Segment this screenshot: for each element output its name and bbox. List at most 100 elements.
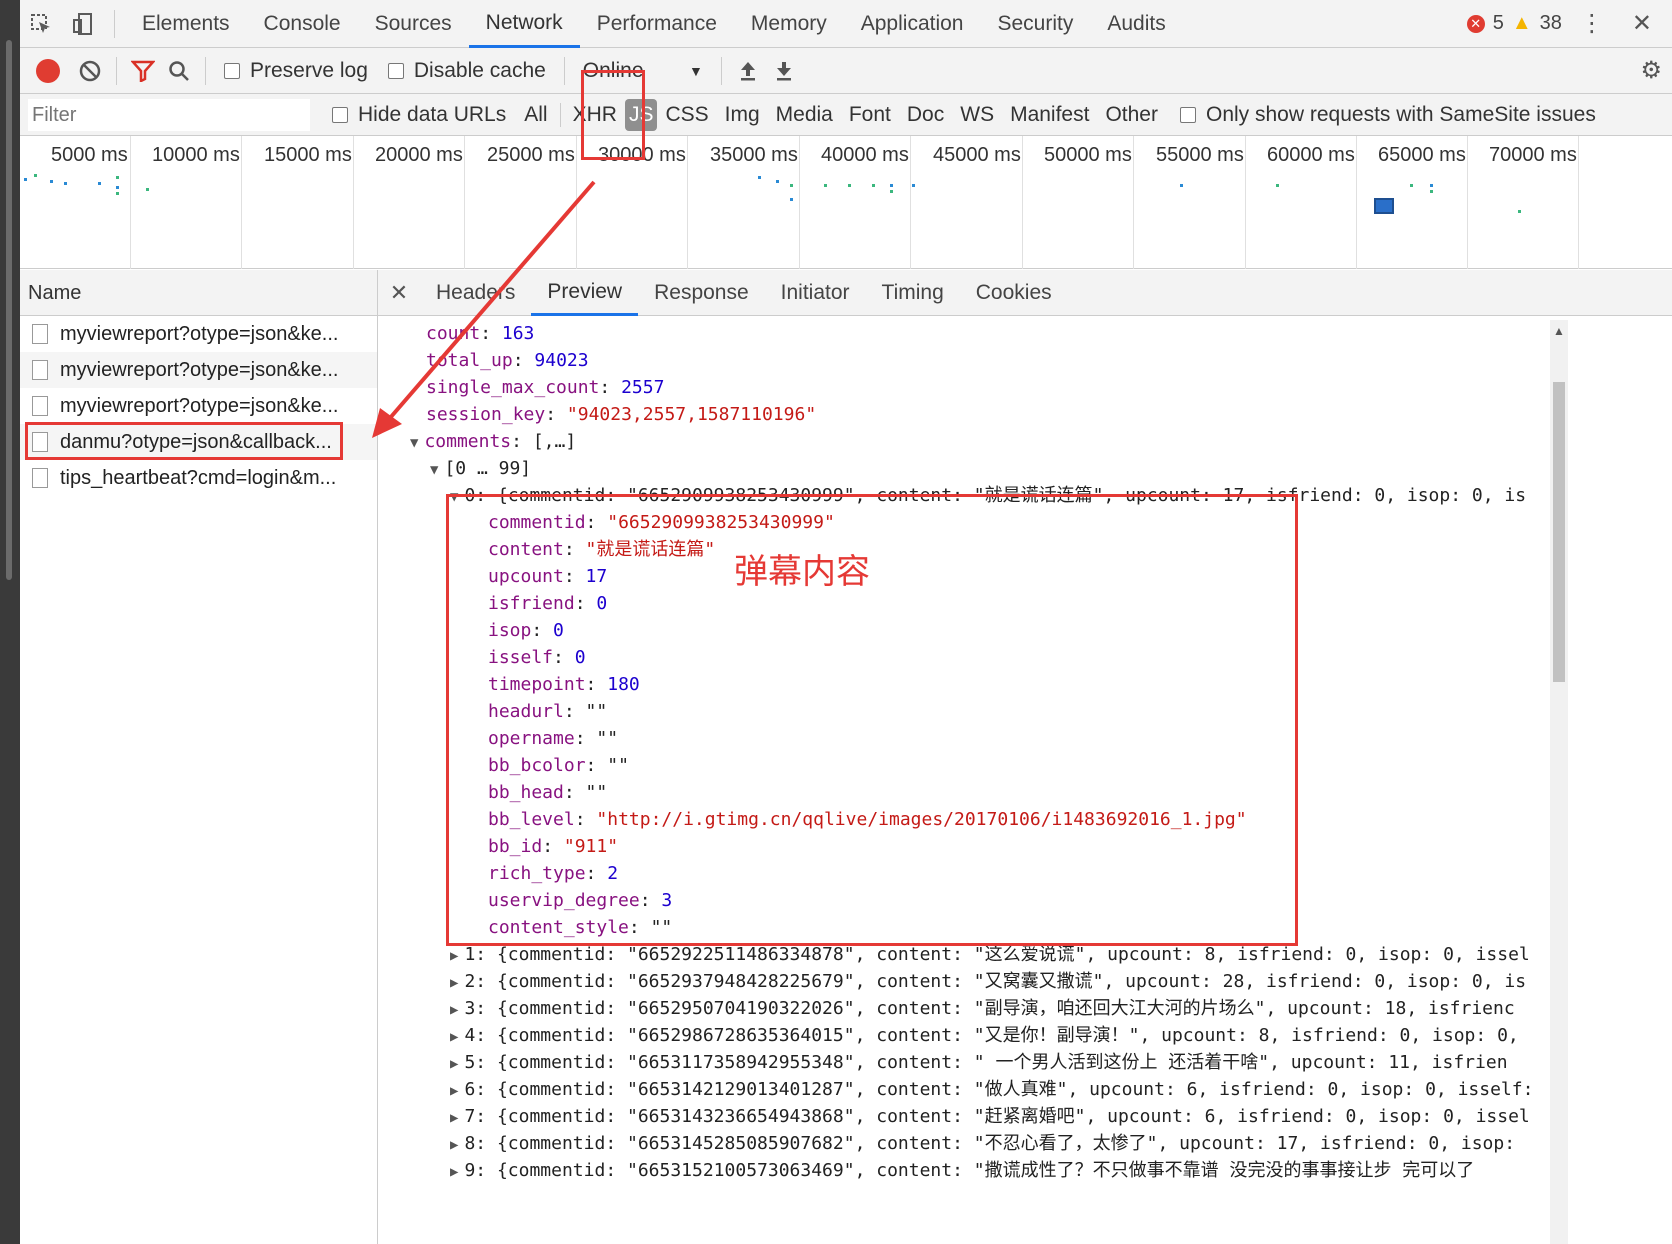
detail-tabs: ✕ Headers Preview Response Initiator Tim… — [378, 270, 1672, 316]
hide-data-urls-checkbox[interactable]: Hide data URLs — [332, 103, 506, 127]
record-button[interactable] — [36, 58, 60, 83]
timeline-request-marker — [116, 176, 119, 179]
json-collapsed-item[interactable]: ▶ 3: {commentid: "6652950704190322026", c… — [450, 995, 1515, 1022]
samesite-label: Only show requests with SameSite issues — [1205, 102, 1596, 126]
scrollbar-thumb[interactable] — [1553, 382, 1565, 682]
export-har-icon[interactable] — [766, 53, 802, 89]
expand-triangle-icon[interactable]: ▶ — [450, 1110, 458, 1126]
samesite-checkbox[interactable]: Only show requests with SameSite issues — [1179, 102, 1596, 127]
tab-elements[interactable]: Elements — [125, 0, 247, 48]
settings-gear-icon[interactable]: ⚙ — [1640, 56, 1662, 85]
timeline-request-marker — [1430, 184, 1433, 187]
request-row[interactable]: myviewreport?otype=json&ke... — [20, 316, 377, 352]
disable-cache-label: Disable cache — [413, 58, 546, 82]
search-icon[interactable] — [161, 53, 197, 89]
filter-icon[interactable] — [125, 53, 161, 89]
tab-memory[interactable]: Memory — [734, 0, 844, 48]
tab-initiator[interactable]: Initiator — [765, 270, 866, 316]
json-collapsed-item[interactable]: ▶ 8: {commentid: "6653145285085907682", c… — [450, 1130, 1515, 1157]
json-collapsed-item[interactable]: ▶ 7: {commentid: "6653143236654943868", c… — [450, 1103, 1530, 1130]
json-line[interactable]: ▼ comments: [,…] — [410, 428, 576, 455]
json-collapsed-item[interactable]: ▶ 9: {commentid: "6653152100573063469", c… — [450, 1157, 1474, 1184]
expand-triangle-icon[interactable]: ▶ — [450, 1137, 458, 1153]
filter-type-all[interactable]: All — [516, 99, 555, 131]
expand-triangle-icon[interactable]: ▼ — [430, 462, 438, 478]
scroll-up-icon[interactable]: ▲ — [1553, 324, 1565, 338]
timeline-tick: 40000 ms — [821, 136, 911, 269]
filter-type-other[interactable]: Other — [1097, 99, 1166, 131]
annotation-label: 弹幕内容 — [734, 552, 870, 592]
network-overview-timeline[interactable]: 5000 ms 10000 ms 15000 ms 20000 ms 25000… — [20, 136, 1672, 269]
document-icon — [32, 324, 48, 344]
expand-triangle-icon[interactable]: ▶ — [450, 948, 458, 964]
filter-type-font[interactable]: Font — [841, 99, 899, 131]
close-detail-icon[interactable]: ✕ — [378, 280, 420, 306]
timeline-request-marker — [116, 186, 119, 189]
checkbox-box[interactable] — [1179, 106, 1196, 123]
timeline-tick-label: 25000 ms — [487, 144, 575, 166]
timeline-request-marker — [98, 182, 101, 185]
timeline-request-marker — [50, 180, 53, 183]
toolbar-separator — [205, 56, 206, 85]
vertical-scrollbar[interactable]: ▲ — [1550, 320, 1568, 1244]
tab-application[interactable]: Application — [844, 0, 981, 48]
filter-type-css[interactable]: CSS — [657, 99, 716, 131]
expand-triangle-icon[interactable]: ▶ — [450, 1083, 458, 1099]
filter-type-ws[interactable]: WS — [952, 99, 1002, 131]
checkbox-box[interactable] — [224, 62, 240, 79]
filter-type-img[interactable]: Img — [717, 99, 768, 131]
filter-input[interactable] — [28, 98, 310, 131]
json-key: count — [426, 323, 481, 344]
device-toolbar-icon[interactable] — [62, 0, 104, 48]
error-count[interactable]: 5 — [1493, 12, 1504, 35]
warning-count[interactable]: 38 — [1540, 12, 1562, 35]
warning-icon[interactable]: ▲ — [1512, 12, 1532, 35]
tab-headers[interactable]: Headers — [420, 270, 531, 316]
json-collapsed-item[interactable]: ▶ 6: {commentid: "6653142129013401287", c… — [450, 1076, 1533, 1103]
request-name: myviewreport?otype=json&ke... — [60, 322, 339, 345]
tab-network[interactable]: Network — [468, 0, 580, 48]
more-options-icon[interactable]: ⋮ — [1570, 9, 1614, 38]
error-icon[interactable]: ✕ — [1466, 14, 1485, 33]
preserve-log-checkbox[interactable]: Preserve log — [224, 59, 368, 83]
tab-response[interactable]: Response — [638, 270, 765, 316]
tab-sources[interactable]: Sources — [358, 0, 469, 48]
expand-triangle-icon[interactable]: ▶ — [450, 1029, 458, 1045]
expand-triangle-icon[interactable]: ▶ — [450, 1164, 458, 1180]
json-line[interactable]: ▼ [0 … 99] — [430, 455, 531, 482]
checkbox-box[interactable] — [332, 106, 348, 123]
request-row[interactable]: tips_heartbeat?cmd=login&m... — [20, 460, 377, 496]
request-row[interactable]: myviewreport?otype=json&ke... — [20, 388, 377, 424]
json-collapsed-item[interactable]: ▶ 4: {commentid: "6652986728635364015", c… — [450, 1022, 1519, 1049]
json-collapsed-item[interactable]: ▶ 5: {commentid: "6653117358942955348", c… — [450, 1049, 1508, 1076]
name-column-header[interactable]: Name — [20, 270, 377, 316]
timeline-tick: 70000 ms — [1489, 136, 1579, 269]
timeline-tick: 15000 ms — [264, 136, 354, 269]
filter-type-media[interactable]: Media — [768, 99, 841, 131]
expand-triangle-icon[interactable]: ▶ — [450, 975, 458, 991]
annotation-box-js-filter — [581, 70, 645, 160]
clear-icon[interactable] — [72, 53, 108, 89]
expand-triangle-icon[interactable]: ▶ — [450, 1056, 458, 1072]
filter-type-manifest[interactable]: Manifest — [1002, 99, 1097, 131]
expand-triangle-icon[interactable]: ▼ — [410, 435, 418, 451]
tab-audits[interactable]: Audits — [1090, 0, 1182, 48]
json-collapsed-item[interactable]: ▶ 2: {commentid: "6652937948428225679", c… — [450, 968, 1526, 995]
tab-timing[interactable]: Timing — [866, 270, 960, 316]
tab-performance[interactable]: Performance — [580, 0, 734, 48]
expand-triangle-icon[interactable]: ▶ — [450, 1002, 458, 1018]
checkbox-box[interactable] — [387, 62, 404, 79]
filter-type-doc[interactable]: Doc — [899, 99, 952, 131]
timeline-request-marker — [890, 184, 893, 187]
request-row[interactable]: myviewreport?otype=json&ke... — [20, 352, 377, 388]
close-devtools-icon[interactable]: ✕ — [1622, 9, 1662, 38]
disable-cache-checkbox[interactable]: Disable cache — [387, 58, 546, 83]
tab-console[interactable]: Console — [247, 0, 358, 48]
inspect-element-icon[interactable] — [20, 0, 62, 48]
import-har-icon[interactable] — [730, 53, 766, 89]
tab-preview[interactable]: Preview — [531, 270, 639, 316]
json-value: 94023 — [534, 350, 589, 371]
tab-security[interactable]: Security — [980, 0, 1090, 48]
request-list-panel: Name myviewreport?otype=json&ke... myvie… — [20, 270, 378, 1244]
tab-cookies[interactable]: Cookies — [960, 270, 1068, 316]
